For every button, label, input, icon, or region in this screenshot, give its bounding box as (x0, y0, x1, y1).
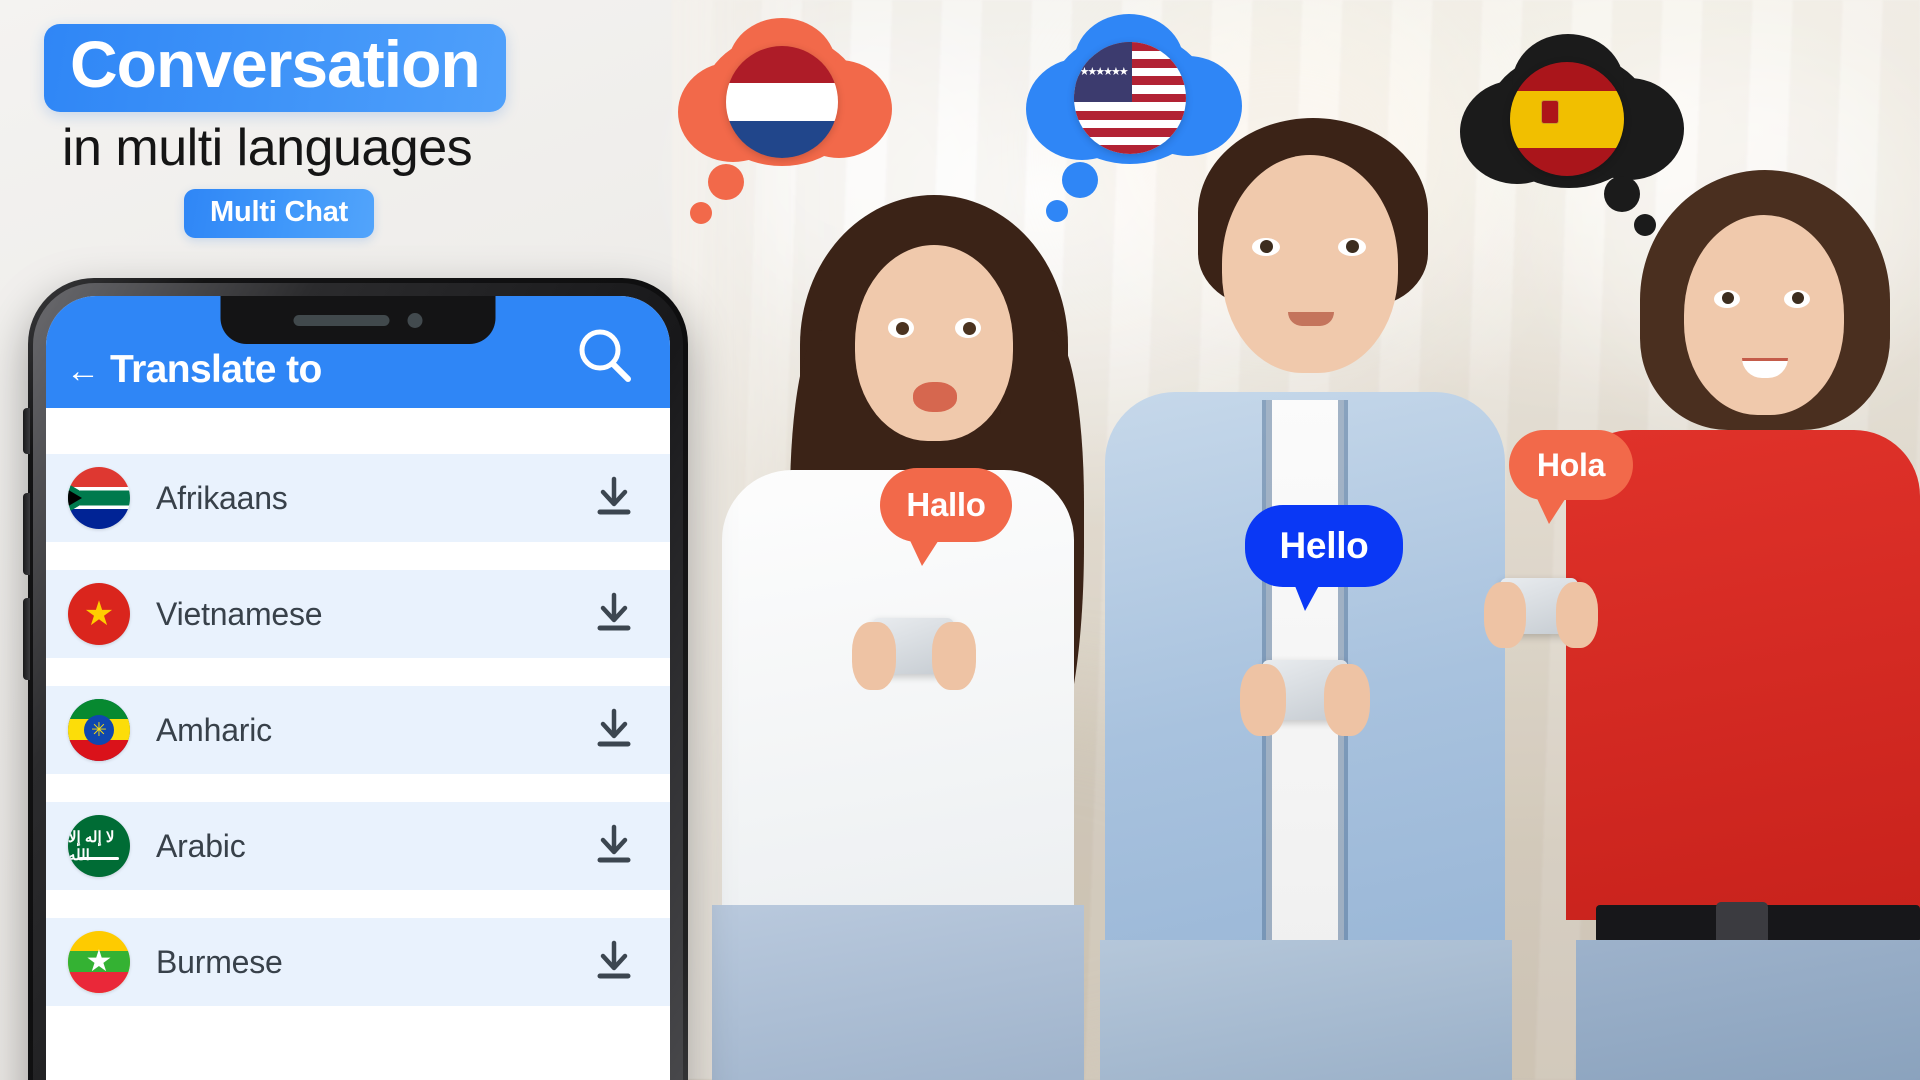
vietnam-flag-icon: ★ (68, 583, 130, 645)
language-name: Afrikaans (156, 479, 288, 516)
download-icon[interactable] (594, 823, 634, 870)
promo-subtitle: in multi languages (62, 118, 473, 177)
ethiopia-flag-icon: ✳ (68, 699, 130, 761)
list-item[interactable]: لا إله إلا الله Arabic (46, 802, 670, 890)
list-item[interactable]: ★ Burmese (46, 918, 670, 1006)
promo-title-badge: Conversation (44, 24, 506, 112)
search-icon[interactable] (574, 325, 636, 392)
speech-bubble-hello: Hello (1213, 481, 1437, 611)
promo-title: Conversation (70, 27, 481, 101)
earpiece-speaker-icon (293, 314, 390, 326)
download-icon[interactable] (594, 707, 634, 754)
phone-notch (220, 296, 496, 344)
netherlands-flag-icon (726, 46, 838, 158)
speech-bubble-hola: Hola (1485, 410, 1659, 524)
phone-screen: ← Translate to Afrikaans ★ Vietnamese ✳ … (46, 296, 670, 1080)
list-item[interactable]: ★ Vietnamese (46, 570, 670, 658)
language-name: Vietnamese (156, 595, 323, 632)
us-canton-stars: ★★★★★★ (1074, 42, 1133, 103)
language-list: Afrikaans ★ Vietnamese ✳ Amharic لا إله … (46, 454, 670, 1034)
united-states-flag-icon: ★★★★★★ (1074, 42, 1186, 154)
row-divider (46, 658, 670, 686)
row-divider (46, 774, 670, 802)
download-icon[interactable] (594, 475, 634, 522)
language-name: Arabic (156, 827, 246, 864)
phone-mute-button[interactable] (23, 408, 30, 454)
south-africa-flag-icon (68, 467, 130, 529)
saudi-arabia-flag-icon: لا إله إلا الله (68, 815, 130, 877)
speech-bubble-hola-text: Hola (1536, 446, 1606, 483)
speech-bubble-hallo-text: Hallo (906, 486, 986, 523)
phone-mockup: ← Translate to Afrikaans ★ Vietnamese ✳ … (23, 278, 688, 1080)
front-camera-icon (407, 312, 423, 328)
phone-volume-down-button[interactable] (23, 598, 30, 680)
row-divider (46, 1006, 670, 1034)
download-icon[interactable] (594, 939, 634, 986)
row-divider (46, 542, 670, 570)
list-top-spacer (46, 408, 670, 454)
promo-chip-label: Multi Chat (210, 196, 349, 229)
myanmar-flag-icon: ★ (68, 931, 130, 993)
language-name: Amharic (156, 711, 272, 748)
speech-bubble-hello-text: Hello (1279, 525, 1369, 566)
screenshot-root: ★★★★★★ Hallo Hello Hola Conversation in … (0, 0, 1920, 1080)
back-arrow-icon[interactable]: ← (66, 354, 100, 388)
row-divider (46, 890, 670, 918)
phone-volume-up-button[interactable] (23, 493, 30, 575)
list-item[interactable]: Afrikaans (46, 454, 670, 542)
spain-flag-icon (1510, 62, 1624, 176)
promo-headline: Conversation in multi languages Multi Ch… (44, 24, 664, 239)
download-icon[interactable] (594, 591, 634, 638)
app-title: Translate to (110, 348, 322, 391)
list-item[interactable]: ✳ Amharic (46, 686, 670, 774)
language-name: Burmese (156, 943, 283, 980)
speech-bubble-hallo: Hallo (854, 446, 1040, 566)
promo-chip-badge: Multi Chat (184, 189, 375, 239)
